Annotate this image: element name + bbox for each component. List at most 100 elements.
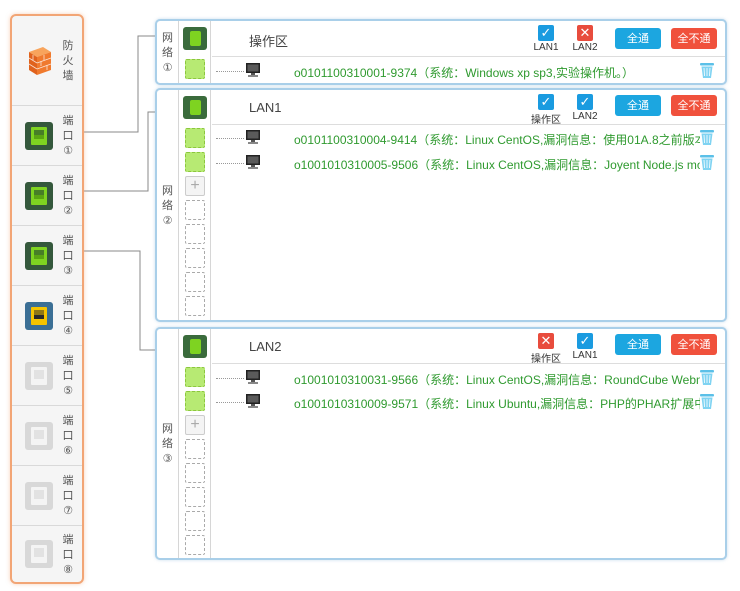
computer-icon	[246, 370, 260, 384]
slot-empty[interactable]	[185, 224, 205, 244]
checkbox-checked-icon: ✓	[538, 94, 554, 110]
select-all-button[interactable]: 全通	[615, 28, 661, 49]
slot-occupied[interactable]	[185, 59, 205, 79]
computer-icon	[246, 394, 260, 408]
device-label: 防火墙	[62, 39, 74, 82]
trash-icon[interactable]	[699, 129, 715, 146]
ethernet-port-icon	[24, 360, 54, 392]
slot-occupied[interactable]	[185, 367, 205, 387]
slot-empty[interactable]	[185, 200, 205, 220]
ethernet-port-icon	[24, 538, 54, 570]
device-port-5[interactable]: 端口⑤	[12, 346, 82, 406]
network-panel-3: 网络③ + LAN2 ✕ 操作区 ✓ LAN1 全通 全不通 o10010103…	[155, 327, 727, 560]
ethernet-port-icon	[24, 480, 54, 512]
slot-empty[interactable]	[185, 511, 205, 531]
port-slots	[179, 21, 211, 83]
switch-icon[interactable]	[183, 335, 207, 358]
slot-occupied[interactable]	[185, 128, 205, 148]
slot-occupied[interactable]	[185, 152, 205, 172]
port-slots: +	[179, 90, 211, 320]
toggle-operation-zone[interactable]: ✕ 操作区	[526, 333, 566, 365]
device-port-7[interactable]: 端口⑦	[12, 466, 82, 526]
header-divider	[212, 124, 725, 125]
host-row[interactable]: o0101100310004-9414（系统：Linux CentOS,漏洞信息…	[212, 126, 725, 150]
checkbox-blocked-icon: ✕	[577, 25, 593, 41]
host-row[interactable]: o0101100310001-9374（系统：Windows xp sp3,实验…	[212, 59, 725, 83]
select-all-button[interactable]: 全通	[615, 95, 661, 116]
device-label: 端口⑥	[62, 414, 74, 457]
device-list: 防火墙 端口① 端口② 端口③ 端口④ 端口⑤ 端口⑥ 端口⑦ 端口⑧	[10, 14, 84, 584]
device-label: 端口⑦	[62, 474, 74, 517]
slot-occupied[interactable]	[185, 391, 205, 411]
checkbox-checked-icon: ✓	[577, 333, 593, 349]
toggle-lan1[interactable]: ✓ LAN1	[526, 25, 566, 53]
checkbox-checked-icon: ✓	[577, 94, 593, 110]
device-label: 端口⑧	[62, 532, 74, 576]
slot-empty[interactable]	[185, 463, 205, 483]
network-panel-1: 网络① 操作区 ✓ LAN1 ✕ LAN2 全通 全不通 o0101100310…	[155, 19, 727, 85]
host-row[interactable]: o1001010310005-9506（系统：Linux CentOS,漏洞信息…	[212, 151, 725, 175]
slot-empty[interactable]	[185, 296, 205, 316]
device-label: 端口④	[62, 294, 74, 337]
slot-empty[interactable]	[185, 439, 205, 459]
ethernet-port-icon	[24, 240, 54, 272]
trash-icon[interactable]	[699, 393, 715, 410]
device-label: 端口②	[62, 174, 74, 217]
slot-empty[interactable]	[185, 248, 205, 268]
network-name: 网络③	[157, 329, 179, 558]
device-label: 端口①	[62, 114, 74, 157]
ethernet-port-icon	[24, 180, 54, 212]
computer-icon	[246, 130, 260, 144]
toggle-lan1[interactable]: ✓ LAN1	[565, 333, 605, 361]
device-port-8[interactable]: 端口⑧	[12, 526, 82, 582]
slot-empty[interactable]	[185, 535, 205, 555]
computer-icon	[246, 155, 260, 169]
device-port-4[interactable]: 端口④	[12, 286, 82, 346]
select-none-button[interactable]: 全不通	[671, 28, 717, 49]
trash-icon[interactable]	[699, 369, 715, 386]
device-label: 端口⑤	[62, 354, 74, 397]
switch-icon[interactable]	[183, 96, 207, 119]
checkbox-blocked-icon: ✕	[538, 333, 554, 349]
checkbox-checked-icon: ✓	[538, 25, 554, 41]
select-all-button[interactable]: 全通	[615, 334, 661, 355]
network-title: LAN1	[249, 100, 282, 115]
firewall-icon	[24, 45, 54, 77]
ethernet-port-icon	[24, 420, 54, 452]
device-label: 端口③	[62, 234, 74, 277]
host-row[interactable]: o1001010310009-9571（系统：Linux Ubuntu,漏洞信息…	[212, 390, 725, 414]
add-slot-button[interactable]: +	[185, 176, 205, 196]
device-port-1[interactable]: 端口①	[12, 106, 82, 166]
toggle-operation-zone[interactable]: ✓ 操作区	[526, 94, 566, 126]
host-label[interactable]: o0101100310001-9374（系统：Windows xp sp3,实验…	[294, 64, 700, 81]
host-label[interactable]: o0101100310004-9414（系统：Linux CentOS,漏洞信息…	[294, 131, 700, 148]
network-title: 操作区	[249, 34, 289, 49]
switch-icon[interactable]	[183, 27, 207, 50]
header-divider	[212, 363, 725, 364]
header-divider	[212, 56, 725, 57]
ethernet-port-icon	[24, 300, 54, 332]
host-label[interactable]: o1001010310031-9566（系统：Linux CentOS,漏洞信息…	[294, 371, 700, 388]
select-none-button[interactable]: 全不通	[671, 334, 717, 355]
computer-icon	[246, 63, 260, 77]
ethernet-port-icon	[24, 120, 54, 152]
device-port-3[interactable]: 端口③	[12, 226, 82, 286]
host-row[interactable]: o1001010310031-9566（系统：Linux CentOS,漏洞信息…	[212, 366, 725, 390]
toggle-lan2[interactable]: ✕ LAN2	[565, 25, 605, 53]
toggle-lan2[interactable]: ✓ LAN2	[565, 94, 605, 122]
slot-empty[interactable]	[185, 272, 205, 292]
network-title: LAN2	[249, 339, 282, 354]
device-port-6[interactable]: 端口⑥	[12, 406, 82, 466]
slot-empty[interactable]	[185, 487, 205, 507]
host-label[interactable]: o1001010310009-9571（系统：Linux Ubuntu,漏洞信息…	[294, 395, 700, 412]
select-none-button[interactable]: 全不通	[671, 95, 717, 116]
trash-icon[interactable]	[699, 154, 715, 171]
network-name: 网络①	[157, 21, 179, 83]
trash-icon[interactable]	[699, 62, 715, 79]
device-firewall[interactable]: 防火墙	[12, 16, 82, 106]
device-port-2[interactable]: 端口②	[12, 166, 82, 226]
port-slots: +	[179, 329, 211, 558]
host-label[interactable]: o1001010310005-9506（系统：Linux CentOS,漏洞信息…	[294, 156, 700, 173]
add-slot-button[interactable]: +	[185, 415, 205, 435]
network-name: 网络②	[157, 90, 179, 320]
